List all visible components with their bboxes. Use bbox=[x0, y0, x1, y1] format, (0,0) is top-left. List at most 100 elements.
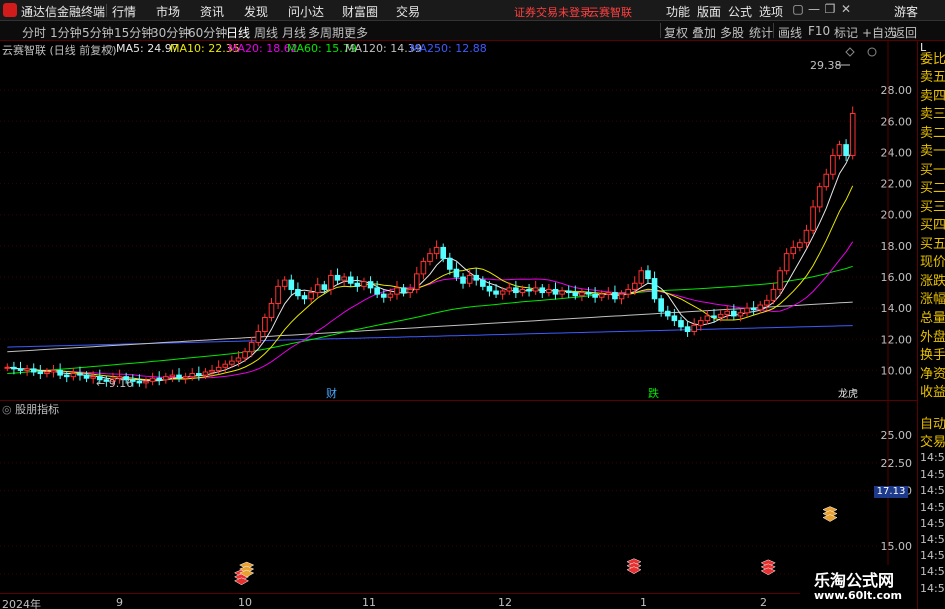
circle-icon bbox=[867, 47, 877, 57]
y-tick-label: 12.00 bbox=[881, 333, 913, 346]
mark-button[interactable]: 标记 bbox=[834, 24, 858, 41]
menu-ask[interactable]: 问小达 bbox=[288, 3, 324, 20]
period-more[interactable]: 更多 bbox=[344, 24, 368, 41]
candle-body bbox=[189, 373, 196, 378]
menu-trade[interactable]: 交易 bbox=[396, 3, 420, 20]
candle-body bbox=[394, 287, 400, 295]
candle-body bbox=[585, 292, 592, 295]
candle-body bbox=[427, 253, 433, 262]
side-field-15: 外盘 bbox=[920, 330, 945, 345]
candle-body bbox=[222, 363, 229, 368]
indicator-chart[interactable]: 25.0022.5020.0015.0012.50 bbox=[0, 401, 917, 593]
candle-body bbox=[466, 274, 473, 284]
candle-body bbox=[539, 287, 546, 294]
candle-body bbox=[810, 206, 816, 231]
candle-body bbox=[704, 315, 711, 322]
side-field-8: 买三 bbox=[920, 200, 945, 215]
candlestick-chart[interactable]: 28.00 26.00 24.00 22.00 20.00 18.00 16.00 14.00… bbox=[0, 41, 917, 401]
period-60min[interactable]: 60分钟 bbox=[188, 24, 227, 41]
side-field-29: 14:56 bbox=[920, 582, 945, 595]
indicator-name: 股朋指标 bbox=[15, 403, 60, 416]
signal-marker bbox=[233, 577, 250, 586]
candle-body bbox=[625, 288, 631, 295]
candle-body bbox=[83, 374, 90, 379]
candle-body bbox=[169, 374, 176, 378]
menu-function[interactable]: 功能 bbox=[666, 3, 690, 20]
side-field-20: 交易 bbox=[920, 435, 945, 450]
trade-login-alert[interactable]: 证券交易未登录 bbox=[514, 4, 591, 20]
candle-body bbox=[803, 229, 810, 244]
minimize-icon[interactable]: — bbox=[806, 2, 822, 16]
candle-body bbox=[764, 299, 770, 306]
candle-body bbox=[658, 298, 664, 312]
period-daily[interactable]: 日线 bbox=[226, 24, 250, 41]
candle-body bbox=[816, 186, 823, 208]
candle-body bbox=[374, 287, 380, 295]
candle-body bbox=[202, 371, 209, 376]
menu-options[interactable]: 选项 bbox=[759, 3, 783, 20]
menu-layout[interactable]: 版面 bbox=[697, 3, 721, 20]
candle-body bbox=[823, 173, 830, 188]
adjust-button[interactable]: 复权 bbox=[664, 24, 688, 41]
user-guest[interactable]: 游客 bbox=[894, 3, 918, 20]
period-5min[interactable]: 5分钟 bbox=[82, 24, 114, 41]
period-multi[interactable]: 多周期 bbox=[308, 24, 344, 41]
period-1min[interactable]: 1分钟 bbox=[50, 24, 82, 41]
candle-body bbox=[598, 293, 605, 298]
menu-discover[interactable]: 发现 bbox=[244, 3, 268, 20]
multi-stock-button[interactable]: 多股 bbox=[720, 24, 744, 41]
candle-body bbox=[50, 369, 57, 373]
stock-alert[interactable]: 云赛智联 bbox=[588, 4, 632, 20]
period-monthly[interactable]: 月线 bbox=[282, 24, 306, 41]
menu-bar: 通达信金融终端 行情 市场 资讯 发现 问小达 财富圈 交易 证券交易未登录 云… bbox=[0, 0, 945, 21]
marker-dragon-tiger: 龙虎 bbox=[838, 387, 858, 400]
candle-body bbox=[618, 293, 625, 300]
candle-body bbox=[347, 276, 354, 284]
candle-body bbox=[453, 268, 460, 278]
candle-body bbox=[830, 155, 836, 175]
candle-body bbox=[4, 366, 11, 369]
candle-body bbox=[790, 246, 797, 255]
back-button[interactable]: 返回 bbox=[893, 24, 917, 41]
candle-body bbox=[579, 292, 585, 297]
draw-button[interactable]: 画线 bbox=[778, 24, 802, 41]
f10-button[interactable]: F10 bbox=[808, 24, 830, 38]
period-intraday[interactable]: 分时 bbox=[22, 24, 46, 41]
period-15min[interactable]: 15分钟 bbox=[114, 24, 153, 41]
candle-body bbox=[268, 302, 275, 318]
maximize-icon[interactable]: ❐ bbox=[822, 2, 838, 16]
x-tick-dec: 12 bbox=[498, 596, 512, 609]
indicator-settings-icon[interactable]: ◎ bbox=[2, 403, 12, 416]
period-30min[interactable]: 30分钟 bbox=[151, 24, 190, 41]
candle-body bbox=[209, 369, 215, 373]
menu-news[interactable]: 资讯 bbox=[200, 3, 224, 20]
menu-market[interactable]: 市场 bbox=[156, 3, 180, 20]
add-watchlist-button[interactable]: +自选 bbox=[862, 24, 896, 41]
window-restore-icon[interactable]: ▢ bbox=[790, 2, 806, 16]
quote-side-panel: L 委比 卖五 卖四 卖三 卖二 卖一 买一 买二 买三 买四 买五 现价 涨跌 涨幅 总量 外盘 换手 净资 收益… bbox=[917, 41, 945, 609]
candle-body bbox=[671, 315, 678, 322]
candle-body bbox=[513, 287, 519, 294]
side-field-13: 涨幅 bbox=[920, 292, 945, 307]
candle-body bbox=[361, 281, 367, 287]
statistics-button[interactable]: 统计 bbox=[749, 24, 773, 41]
menu-formula[interactable]: 公式 bbox=[728, 3, 752, 20]
side-field-4: 卖二 bbox=[920, 126, 945, 141]
settings-icon[interactable]: ◎ bbox=[104, 42, 114, 55]
period-weekly[interactable]: 周线 bbox=[254, 24, 278, 41]
candle-body bbox=[328, 274, 334, 290]
close-icon[interactable]: ✕ bbox=[838, 2, 854, 16]
side-field-9: 买四 bbox=[920, 218, 945, 233]
menu-wealth[interactable]: 财富圈 bbox=[342, 3, 378, 20]
watermark-url: www.60lt.com bbox=[814, 589, 903, 602]
y-tick-label: 14.00 bbox=[881, 302, 913, 315]
menu-quotes[interactable]: 行情 bbox=[112, 3, 136, 20]
x-axis: 2024年 9 10 11 12 1 2 bbox=[0, 593, 917, 609]
side-field-16: 换手 bbox=[920, 348, 945, 363]
candle-body bbox=[24, 368, 30, 371]
overlay-button[interactable]: 叠加 bbox=[692, 24, 716, 41]
side-field-19: 自动 bbox=[920, 417, 945, 432]
candle-body bbox=[387, 293, 394, 298]
candle-body bbox=[770, 288, 777, 301]
side-field-10: 买五 bbox=[920, 237, 945, 252]
